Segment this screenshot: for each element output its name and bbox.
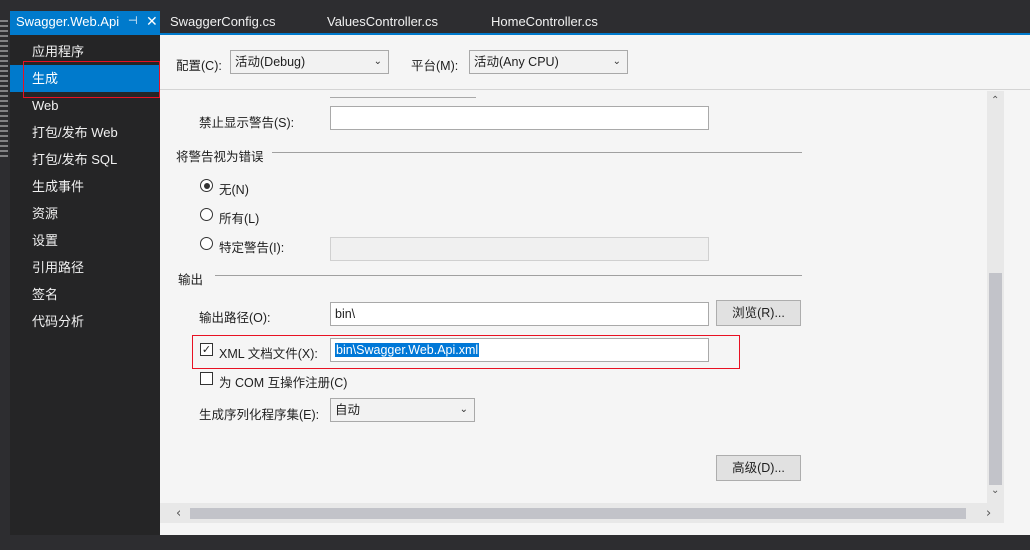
tab-swaggerconfig[interactable]: SwaggerConfig.cs xyxy=(164,11,314,33)
document-tab-bar: Swagger.Web.Api ⊣ ✕ SwaggerConfig.cs Val… xyxy=(10,11,1030,33)
horizontal-scrollbar[interactable]: ‹ › xyxy=(160,503,1004,523)
vertical-scroll-thumb[interactable] xyxy=(989,273,1002,485)
scroll-up-icon[interactable]: ⌃ xyxy=(991,95,999,106)
browse-button[interactable]: 浏览(R)... xyxy=(716,300,801,326)
sidebar-item-package-publish-web[interactable]: 打包/发布 Web xyxy=(10,119,160,146)
sidebar-item-label: 生成事件 xyxy=(32,179,85,194)
tab-homecontroller[interactable]: HomeController.cs xyxy=(485,11,645,33)
sidebar-item-resources[interactable]: 资源 xyxy=(10,200,160,227)
project-properties-sidebar: 应用程序 生成 Web 打包/发布 Web 打包/发布 SQL 生成事件 资源 … xyxy=(10,35,160,535)
scroll-left-icon[interactable]: ‹ xyxy=(176,506,181,521)
vertical-scrollbar[interactable]: ⌃ ⌄ xyxy=(987,91,1004,503)
configuration-bar: 配置(C): 活动(Debug) ⌄ 平台(M): 活动(Any CPU) ⌄ xyxy=(160,35,1030,90)
sidebar-item-label: Web xyxy=(32,98,59,113)
sidebar-item-signing[interactable]: 签名 xyxy=(10,281,160,308)
bottom-status-edge xyxy=(0,535,1030,550)
advanced-button[interactable]: 高级(D)... xyxy=(716,455,801,481)
left-tool-rail xyxy=(0,0,10,550)
radio-none-label[interactable]: 无(N) xyxy=(219,179,249,198)
output-path-label: 输出路径(O): xyxy=(199,311,271,325)
configuration-select[interactable]: 活动(Debug) ⌄ xyxy=(230,50,389,74)
vertical-rail-labels xyxy=(0,20,8,160)
platform-label: 平台(M): xyxy=(411,59,459,73)
serialization-label: 生成序列化程序集(E): xyxy=(199,408,320,422)
group-divider xyxy=(272,152,802,153)
sidebar-item-label: 打包/发布 Web xyxy=(32,125,118,140)
serialization-value: 自动 xyxy=(335,403,361,417)
specific-warnings-input xyxy=(330,237,709,261)
sidebar-item-reference-paths[interactable]: 引用路径 xyxy=(10,254,160,281)
platform-value: 活动(Any CPU) xyxy=(474,55,559,69)
radio-all-label[interactable]: 所有(L) xyxy=(219,208,259,227)
sidebar-item-label: 应用程序 xyxy=(32,44,85,59)
output-group-title: 输出 xyxy=(178,273,204,287)
warnings-as-errors-group-title: 将警告视为错误 xyxy=(176,150,264,164)
xml-doc-path-value: bin\Swagger.Web.Api.xml xyxy=(335,343,480,357)
group-divider xyxy=(215,275,802,276)
tab-label: Swagger.Web.Api xyxy=(16,14,120,29)
output-path-input[interactable]: bin\ xyxy=(330,302,709,326)
scroll-right-icon[interactable]: › xyxy=(986,506,991,521)
radio-specific[interactable] xyxy=(200,237,213,250)
sidebar-item-label: 资源 xyxy=(32,206,59,221)
chevron-down-icon: ⌄ xyxy=(459,404,468,415)
scroll-down-icon[interactable]: ⌄ xyxy=(991,485,999,496)
radio-specific-label[interactable]: 特定警告(I): xyxy=(219,237,284,256)
sidebar-item-label: 签名 xyxy=(32,287,59,302)
chevron-down-icon: ⌄ xyxy=(373,56,382,67)
sidebar-item-label: 打包/发布 SQL xyxy=(32,152,118,167)
suppress-warnings-label: 禁止显示警告(S): xyxy=(199,116,295,130)
highlight-box-build xyxy=(23,61,160,98)
sidebar-item-label: 设置 xyxy=(32,233,59,248)
clipped-field-edge xyxy=(330,97,476,98)
xml-doc-label[interactable]: XML 文档文件(X): xyxy=(219,343,318,362)
serialization-select[interactable]: 自动 ⌄ xyxy=(330,398,475,422)
checkmark-icon: ✓ xyxy=(201,343,212,356)
sidebar-item-label: 代码分析 xyxy=(32,314,85,329)
tab-label: HomeController.cs xyxy=(491,14,598,29)
xml-doc-checkbox[interactable]: ✓ xyxy=(200,343,213,356)
sidebar-item-code-analysis[interactable]: 代码分析 xyxy=(10,308,160,335)
radio-all[interactable] xyxy=(200,208,213,221)
chevron-down-icon: ⌄ xyxy=(612,56,621,67)
output-path-value: bin\ xyxy=(335,307,356,321)
xml-doc-path-input[interactable]: bin\Swagger.Web.Api.xml xyxy=(330,338,709,362)
tab-valuescontroller[interactable]: ValuesController.cs xyxy=(321,11,481,33)
sidebar-item-build-events[interactable]: 生成事件 xyxy=(10,173,160,200)
close-icon[interactable]: ✕ xyxy=(146,11,158,32)
configuration-value: 活动(Debug) xyxy=(235,55,306,69)
radio-dot xyxy=(203,182,210,189)
com-interop-label[interactable]: 为 COM 互操作注册(C) xyxy=(219,372,347,391)
properties-scroll-area: 禁止显示警告(S): 将警告视为错误 无(N) 所有(L) 特定警告(I): 输… xyxy=(160,91,1030,535)
sidebar-item-label: 引用路径 xyxy=(32,260,85,275)
radio-none[interactable] xyxy=(200,179,213,192)
configuration-label: 配置(C): xyxy=(176,59,222,73)
tab-label: SwaggerConfig.cs xyxy=(170,14,276,29)
tab-swagger-web-api[interactable]: Swagger.Web.Api ⊣ ✕ xyxy=(10,11,160,33)
sidebar-item-package-publish-sql[interactable]: 打包/发布 SQL xyxy=(10,146,160,173)
suppress-warnings-input[interactable] xyxy=(330,106,709,130)
com-interop-checkbox[interactable] xyxy=(200,372,213,385)
build-properties-panel: 配置(C): 活动(Debug) ⌄ 平台(M): 活动(Any CPU) ⌄ … xyxy=(160,35,1030,535)
tab-label: ValuesController.cs xyxy=(327,14,439,29)
sidebar-item-settings[interactable]: 设置 xyxy=(10,227,160,254)
horizontal-scroll-thumb[interactable] xyxy=(190,508,966,519)
platform-select[interactable]: 活动(Any CPU) ⌄ xyxy=(469,50,628,74)
pin-icon[interactable]: ⊣ xyxy=(128,11,138,32)
